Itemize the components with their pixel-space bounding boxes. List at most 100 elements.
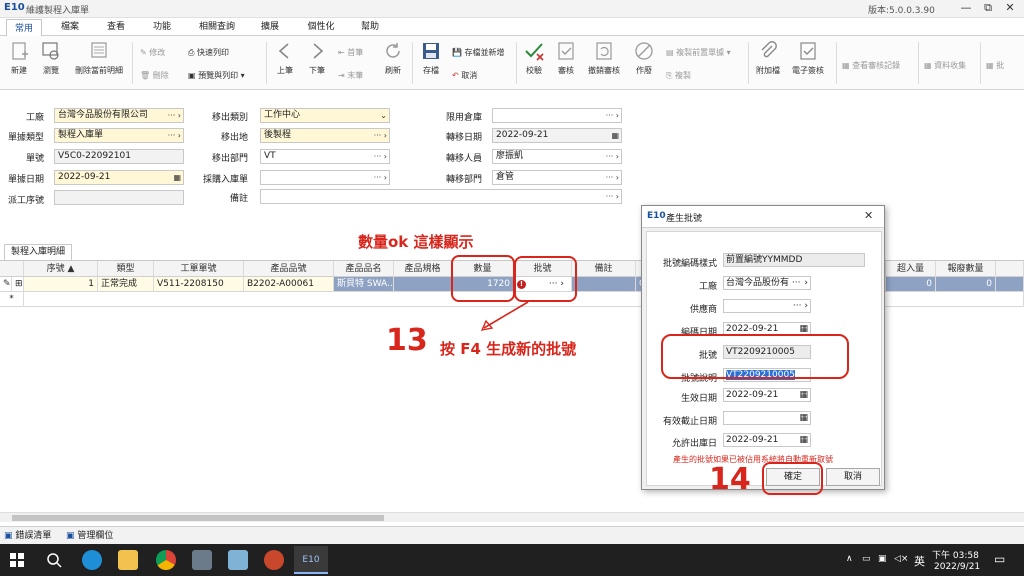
movefrom-field[interactable]: 後製程 ··· › xyxy=(260,128,390,143)
tab-help[interactable]: 幫助 xyxy=(352,18,388,36)
refresh-button[interactable]: 刷新 xyxy=(378,40,408,76)
ime-indicator[interactable]: 英 xyxy=(914,553,925,569)
chevron-right-icon[interactable]: › xyxy=(804,277,808,289)
purchase-field[interactable]: ··· › xyxy=(260,170,390,185)
lookup-button[interactable]: ··· › xyxy=(374,129,387,142)
dialog-cancel-button[interactable]: 取消 xyxy=(826,468,880,486)
row-remark[interactable] xyxy=(572,277,636,292)
grid-header-over[interactable]: 超入量 xyxy=(886,261,936,277)
row-seq[interactable]: 1 xyxy=(24,277,98,292)
tab-extend[interactable]: 擴展 xyxy=(252,18,288,36)
minimize-icon[interactable]: — xyxy=(956,1,976,14)
copy-prev-button[interactable]: ▤ 複製前置單據 ▾ xyxy=(666,47,731,58)
grid-header-workorder[interactable]: 工單單號 xyxy=(154,261,244,277)
allowout-field[interactable]: 2022-09-21 ▦ xyxy=(723,433,811,447)
browse-button[interactable]: 瀏覽 xyxy=(36,40,66,76)
delete-detail-button[interactable]: 刪除當前明細 xyxy=(70,40,128,76)
lot-rule-field[interactable]: 前置編號YYMMDD xyxy=(723,253,865,267)
grid-header-spec[interactable]: 產品規格 xyxy=(394,261,452,277)
grid-header-remark[interactable]: 備註 xyxy=(572,261,636,277)
lookup-button[interactable]: ··· › xyxy=(168,109,181,122)
search-icon[interactable] xyxy=(46,552,62,568)
calendar-icon[interactable]: ▦ xyxy=(799,389,808,401)
prev-button[interactable]: 上筆 xyxy=(270,40,300,76)
tab-home[interactable]: 常用 xyxy=(6,19,42,37)
calendar-icon[interactable]: ▦ xyxy=(799,434,808,446)
save-new-button[interactable]: 💾 存檔並新增 xyxy=(452,47,505,58)
new-row-marker[interactable]: * xyxy=(0,292,24,307)
tab-error-list[interactable]: ▣ 錯誤清單 xyxy=(4,529,51,543)
factory-field[interactable]: 台灣今品股份有限公司 ··· › xyxy=(54,108,184,123)
copy-button[interactable]: ⎘ 複製 xyxy=(666,70,691,81)
verify-button[interactable]: 校驗 xyxy=(520,40,548,76)
unapprove-button[interactable]: 撤銷審核 xyxy=(584,40,624,76)
batch-button[interactable]: ▦ 批 xyxy=(986,60,1004,71)
calendar-icon[interactable]: ▦ xyxy=(173,171,181,184)
preview-print-button[interactable]: ▣ 預覽與列印 ▾ xyxy=(188,70,245,81)
delete-button[interactable]: 🗑 刪除 xyxy=(140,70,169,81)
chevron-down-icon[interactable]: ⌄ xyxy=(380,109,387,122)
lookup-button[interactable]: ··· › xyxy=(374,150,387,163)
dispatch-field[interactable] xyxy=(54,190,184,205)
last-button[interactable]: ⇥ 末筆 xyxy=(338,70,363,81)
tab-personalize[interactable]: 個性化 xyxy=(300,18,342,36)
tab-manage-fields[interactable]: ▣ 管理欄位 xyxy=(66,529,113,543)
volume-icon[interactable]: ◁× xyxy=(894,554,908,564)
expdate-field[interactable]: ▦ xyxy=(723,411,811,425)
tray-chevron-up-icon[interactable]: ∧ xyxy=(846,554,853,564)
transdept-field[interactable]: 倉管 ··· › xyxy=(492,170,622,185)
attachment-button[interactable]: 附加檔 xyxy=(752,40,784,76)
calendar-icon[interactable]: ▦ xyxy=(611,129,619,142)
row-spec[interactable] xyxy=(394,277,452,292)
clock-time[interactable]: 下午 03:58 xyxy=(932,548,979,561)
lookup-button[interactable]: ··· › xyxy=(606,150,619,163)
windows-start-icon[interactable] xyxy=(10,553,24,567)
remark-field[interactable]: ··· › xyxy=(260,189,622,204)
row-expand-toggle[interactable]: ⊞ xyxy=(12,277,24,292)
dialog-factory-field[interactable]: 台灣今品股份有 ··· › xyxy=(723,276,811,290)
transperson-field[interactable]: 廖振凱 ··· › xyxy=(492,149,622,164)
horizontal-scrollbar[interactable] xyxy=(0,512,1024,522)
tab-related-query[interactable]: 相關查詢 xyxy=(192,18,242,36)
app-icon[interactable] xyxy=(228,550,248,570)
next-button[interactable]: 下筆 xyxy=(302,40,332,76)
lookup-button[interactable]: ··· › xyxy=(168,129,181,142)
lookup-button[interactable]: ··· › xyxy=(793,300,808,312)
doctype-field[interactable]: 製程入庫單 ··· › xyxy=(54,128,184,143)
e10-taskbar-button[interactable]: E10 xyxy=(294,546,328,574)
edge-icon[interactable] xyxy=(82,550,102,570)
notification-icon[interactable]: ▭ xyxy=(994,552,1005,566)
view-approval-button[interactable]: ▦ 查看審核記錄 xyxy=(842,60,900,71)
row-item[interactable]: B2202-A00061 xyxy=(244,277,334,292)
row-type[interactable]: 正常完成 xyxy=(98,277,154,292)
display-icon[interactable]: ▣ xyxy=(878,554,887,564)
save-button[interactable]: 存檔 xyxy=(416,40,446,76)
tab-function[interactable]: 功能 xyxy=(144,18,180,36)
lookup-button[interactable]: ··· › xyxy=(374,171,387,184)
modify-button[interactable]: ✎ 修改 xyxy=(140,47,165,58)
docno-field[interactable]: V5C0-22092101 xyxy=(54,149,184,164)
effdate-field[interactable]: 2022-09-21 ▦ xyxy=(723,388,811,402)
esign-button[interactable]: 電子簽核 xyxy=(788,40,828,76)
movedept-field[interactable]: VT ··· › xyxy=(260,149,390,164)
lookup-button[interactable]: ··· › xyxy=(606,171,619,184)
tab-view[interactable]: 查看 xyxy=(98,18,134,36)
first-button[interactable]: ⇤ 首筆 xyxy=(338,47,363,58)
close-icon[interactable]: ✕ xyxy=(1000,1,1020,14)
tab-process-detail[interactable]: 製程入庫明細 xyxy=(4,244,73,260)
grid-header-name[interactable]: 產品品名 xyxy=(334,261,394,277)
clock-date[interactable]: 2022/9/21 xyxy=(934,562,980,572)
tab-file[interactable]: 檔案 xyxy=(52,18,88,36)
new-button[interactable]: 新建 xyxy=(4,40,34,76)
chrome-icon[interactable] xyxy=(156,550,176,570)
void-button[interactable]: 作廢 xyxy=(630,40,658,76)
grid-header-scrap[interactable]: 報廢數量 xyxy=(936,261,996,277)
supplier-field[interactable]: ··· › xyxy=(723,299,811,313)
calculator-icon[interactable] xyxy=(192,550,212,570)
powerpoint-icon[interactable] xyxy=(264,550,284,570)
dialog-close-icon[interactable]: ✕ xyxy=(864,209,873,222)
quick-print-button[interactable]: ⎙ 快速列印 xyxy=(188,47,229,58)
grid-header-item[interactable]: 產品品號 xyxy=(244,261,334,277)
calendar-icon[interactable]: ▦ xyxy=(799,412,808,424)
row-over[interactable]: 0 xyxy=(886,277,936,292)
